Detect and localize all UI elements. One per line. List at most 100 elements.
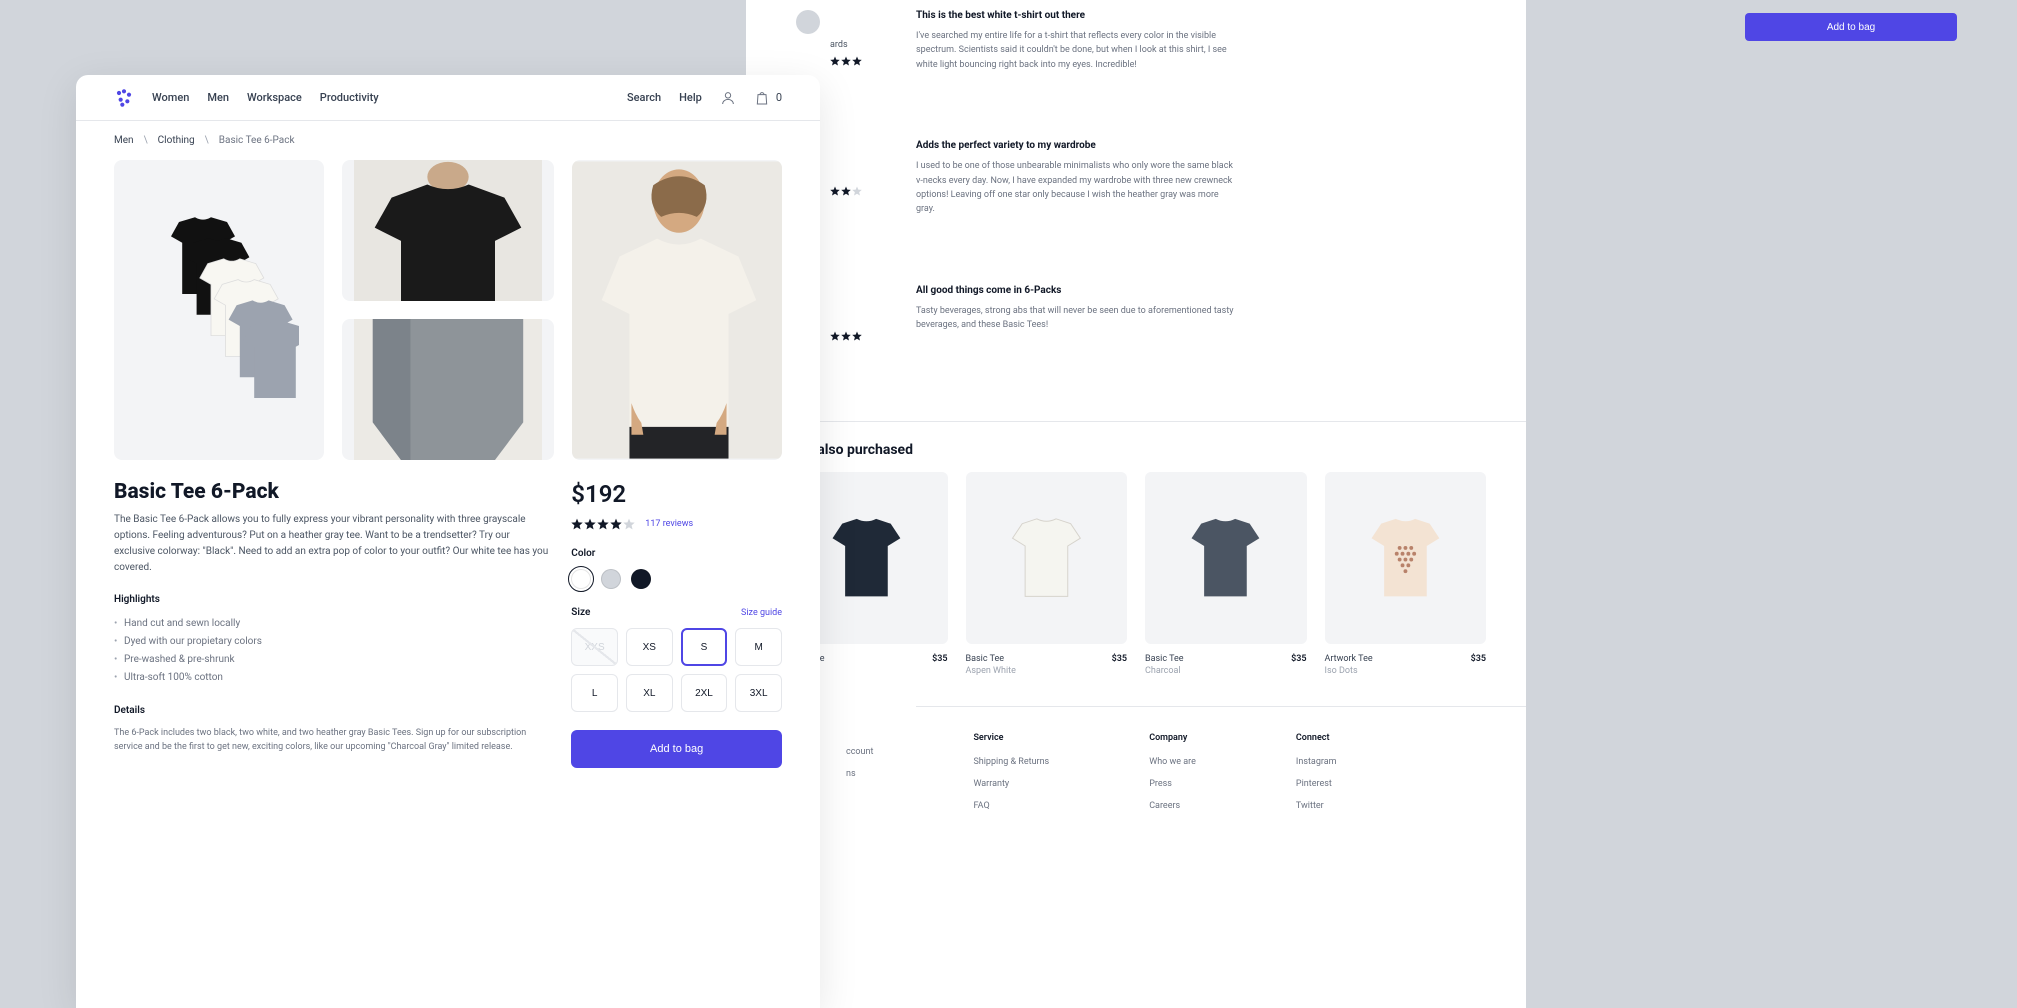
product-page-window: Women Men Workspace Productivity Search … [76, 75, 820, 1008]
site-header: Women Men Workspace Productivity Search … [76, 75, 820, 121]
review-body: I've searched my entire life for a t-shi… [916, 29, 1236, 72]
review-stars [830, 331, 862, 341]
details-text: The 6-Pack includes two black, two white… [114, 726, 553, 755]
gallery-image-3[interactable] [342, 319, 554, 460]
product-thumbnail[interactable] [1325, 472, 1487, 644]
rating-stars [571, 518, 635, 530]
cart-button[interactable]: 0 [754, 90, 782, 106]
also-variant: Aspen White [966, 666, 1128, 676]
footer-heading: Connect [1296, 733, 1337, 743]
nav-productivity[interactable]: Productivity [320, 91, 379, 104]
breadcrumb-current: Basic Tee 6-Pack [219, 135, 295, 146]
review-body: Tasty beverages, strong abs that will ne… [916, 304, 1236, 333]
also-price: $35 [1471, 654, 1486, 664]
swatch-gray[interactable] [601, 569, 621, 589]
product-price: $192 [571, 480, 782, 508]
nav-left: Women Men Workspace Productivity [114, 88, 379, 108]
size-l[interactable]: L [571, 674, 618, 712]
brand-logo-icon[interactable] [114, 88, 134, 108]
review-title: Adds the perfect variety to my wardrobe [916, 140, 1486, 151]
also-item[interactable]: Basic Tee $35 Charcoal [1145, 472, 1307, 676]
footer-column: Connect Instagram Pinterest Twitter [1296, 733, 1337, 823]
details-heading: Details [114, 705, 553, 716]
also-variant: Iso Dots [1325, 666, 1487, 676]
footer-link[interactable]: Shipping & Returns [973, 757, 1049, 767]
also-item[interactable]: Basic Tee $35 Aspen White [966, 472, 1128, 676]
size-3xl[interactable]: 3XL [735, 674, 782, 712]
breadcrumb: Men \ Clothing \ Basic Tee 6-Pack [76, 121, 820, 160]
also-variant: Charcoal [1145, 666, 1307, 676]
also-item[interactable]: Artwork Tee$35 Iso Dots [1325, 472, 1487, 676]
gallery-image-4[interactable] [572, 160, 782, 460]
product-gallery [76, 160, 820, 460]
gallery-image-1[interactable] [114, 160, 324, 460]
product-page-continuation: ards This is the best white t-shirt out … [746, 0, 1526, 1008]
product-info-row: Basic Tee 6-Pack The Basic Tee 6-Pack al… [76, 460, 820, 768]
product-purchase-panel: $192 117 reviews Color Size Size [571, 480, 782, 768]
gallery-image-2[interactable] [342, 160, 554, 301]
size-xl[interactable]: XL [626, 674, 673, 712]
rating-row: 117 reviews [571, 518, 782, 530]
search-link[interactable]: Search [627, 91, 661, 104]
bag-icon [754, 90, 770, 106]
help-link[interactable]: Help [679, 91, 702, 104]
size-row: Size Size guide [571, 607, 782, 618]
footer-column: ccount ns [846, 733, 873, 823]
highlight-item: Dyed with our propietary colors [114, 633, 553, 651]
footer-link[interactable]: Careers [1149, 801, 1196, 811]
also-name: Basic Tee [1145, 654, 1184, 664]
nav-men[interactable]: Men [207, 91, 229, 104]
also-purchased-grid: Basic Tee$35 Black Basic Tee$35 Aspen Wh… [746, 472, 1526, 706]
breadcrumb-men[interactable]: Men [114, 135, 134, 146]
breadcrumb-separator-icon: \ [144, 135, 148, 146]
size-guide-link[interactable]: Size guide [741, 608, 782, 618]
breadcrumb-clothing[interactable]: Clothing [158, 135, 195, 146]
footer-link[interactable]: Who we are [1149, 757, 1196, 767]
footer-link[interactable]: Twitter [1296, 801, 1337, 811]
footer-link[interactable]: Pinterest [1296, 779, 1337, 789]
nav-women[interactable]: Women [152, 91, 189, 104]
review-stars [830, 186, 862, 196]
size-label: Size [571, 607, 590, 618]
also-price: $35 [1112, 654, 1127, 664]
add-to-bag-button[interactable]: Add to bag [571, 730, 782, 768]
highlight-item: Pre-washed & pre-shrunk [114, 651, 553, 669]
swatch-white[interactable] [571, 569, 591, 589]
color-label: Color [571, 548, 782, 559]
footer-link[interactable]: ns [846, 769, 873, 779]
reviewer-name: ards [830, 40, 848, 50]
footer-column: Company Who we are Press Careers [1149, 733, 1196, 823]
user-icon[interactable] [720, 90, 736, 106]
also-name: Basic Tee [966, 654, 1005, 664]
size-2xl[interactable]: 2XL [681, 674, 728, 712]
product-details-left: Basic Tee 6-Pack The Basic Tee 6-Pack al… [114, 480, 553, 768]
nav-workspace[interactable]: Workspace [247, 91, 302, 104]
footer-link[interactable]: ccount [846, 747, 873, 757]
color-swatches [571, 569, 782, 589]
footer-link[interactable]: Warranty [973, 779, 1049, 789]
size-xs[interactable]: XS [626, 628, 673, 666]
nav-right: Search Help 0 [627, 90, 782, 106]
product-description: The Basic Tee 6-Pack allows you to fully… [114, 512, 553, 576]
footer-link[interactable]: Press [1149, 779, 1196, 789]
add-to-bag-sticky-button[interactable]: Add to bag [1745, 13, 1957, 41]
cart-count: 0 [776, 91, 782, 104]
review-item: All good things come in 6-Packs Tasty be… [786, 285, 1486, 371]
highlight-item: Ultra-soft 100% cotton [114, 669, 553, 687]
product-thumbnail[interactable] [1145, 472, 1307, 644]
size-m[interactable]: M [735, 628, 782, 666]
swatch-black[interactable] [631, 569, 651, 589]
size-s[interactable]: S [681, 628, 728, 666]
footer-link[interactable]: FAQ [973, 801, 1049, 811]
product-thumbnail[interactable] [966, 472, 1128, 644]
highlight-item: Hand cut and sewn locally [114, 615, 553, 633]
avatar [796, 10, 820, 34]
reviews-link[interactable]: 117 reviews [645, 519, 693, 529]
product-title: Basic Tee 6-Pack [114, 480, 553, 504]
highlights-heading: Highlights [114, 594, 553, 605]
footer-link[interactable]: Instagram [1296, 757, 1337, 767]
size-grid: XXS XS S M L XL 2XL 3XL [571, 628, 782, 712]
also-purchased-heading: ners also purchased [746, 422, 1526, 472]
also-price: $35 [1291, 654, 1306, 664]
footer-column: Service Shipping & Returns Warranty FAQ [973, 733, 1049, 823]
